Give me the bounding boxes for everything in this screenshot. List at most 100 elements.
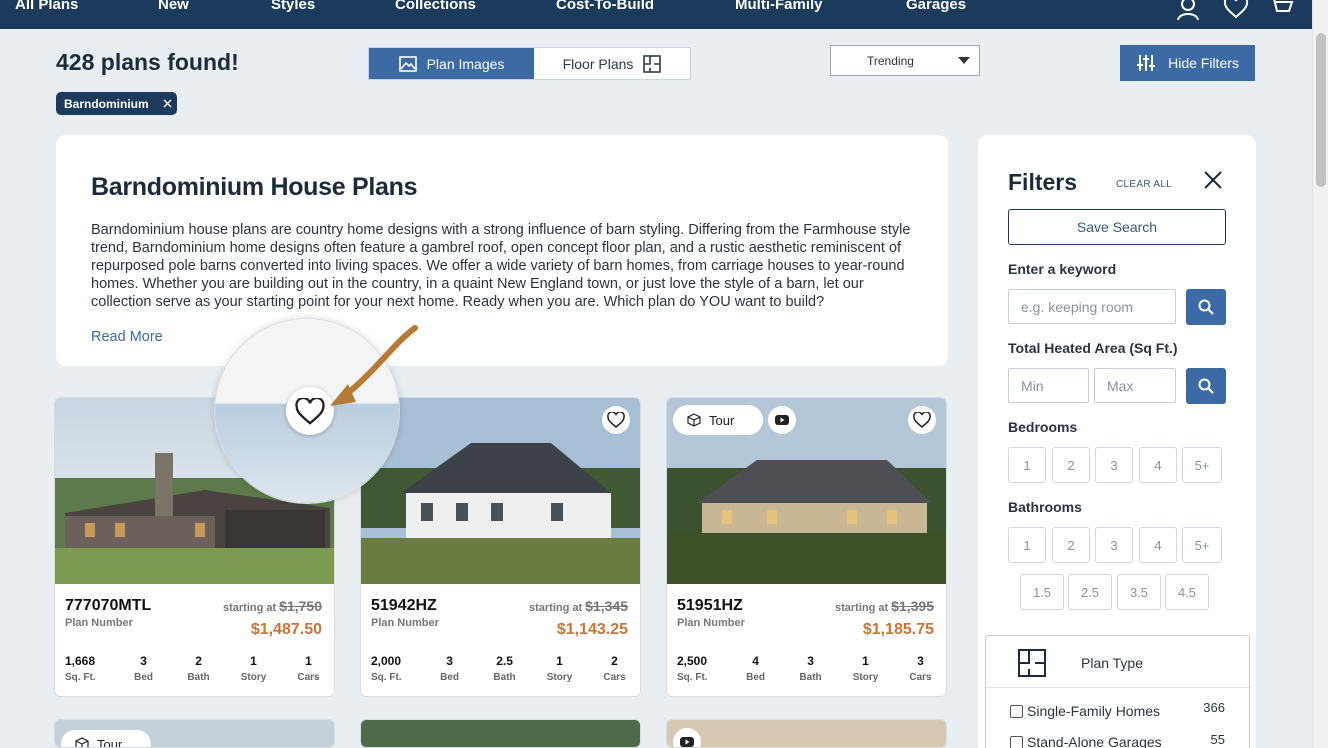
- youtube-icon: [775, 415, 789, 425]
- plan-photo[interactable]: [361, 398, 641, 584]
- floor-plan-icon: [643, 54, 662, 73]
- checkbox[interactable]: [1010, 735, 1023, 748]
- spec-story: 1 Story: [838, 654, 893, 683]
- bedrooms-option[interactable]: 2: [1052, 447, 1090, 483]
- spec-value: 1: [250, 654, 257, 668]
- bathrooms-option[interactable]: 4: [1139, 527, 1177, 563]
- keyword-input[interactable]: e.g. keeping room: [1008, 289, 1176, 324]
- nav-collections[interactable]: Collections: [395, 0, 476, 13]
- plan-specs: 1,668 Sq. Ft. 3 Bed 2 Bath 1 Story 1 Cars: [55, 654, 334, 683]
- save-search-button[interactable]: Save Search: [1008, 209, 1226, 245]
- plan-number-label: Plan Number: [677, 617, 745, 629]
- plan-card[interactable]: Tour 51951HZ Plan Number starting at $1,3…: [666, 397, 947, 697]
- scrollbar-thumb[interactable]: [1316, 33, 1326, 187]
- bathrooms-label: Bathrooms: [1008, 499, 1082, 515]
- nav-all-plans[interactable]: All Plans: [15, 0, 78, 13]
- close-icon[interactable]: [1202, 169, 1224, 191]
- max-area-input[interactable]: Max: [1094, 368, 1176, 403]
- tour-button[interactable]: Tour: [673, 405, 763, 435]
- plan-specs: 2,000 Sq. Ft. 3 Bed 2.5 Bath 1 Story 2 Cars: [361, 654, 640, 683]
- floor-plans-button[interactable]: Floor Plans: [534, 48, 690, 79]
- spec-value: 1: [556, 654, 563, 668]
- half-bath-option[interactable]: 3.5: [1117, 574, 1161, 610]
- cube-icon: [687, 413, 701, 427]
- floor-plans-label: Floor Plans: [562, 55, 634, 72]
- spec-bed: 3 Bed: [116, 654, 171, 683]
- bathrooms-option[interactable]: 2: [1052, 527, 1090, 563]
- read-more-link[interactable]: Read More: [91, 329, 163, 345]
- checkbox[interactable]: [1010, 704, 1023, 718]
- nav-garages[interactable]: Garages: [906, 0, 966, 13]
- cart-icon[interactable]: [1268, 0, 1294, 21]
- plan-card[interactable]: 51942HZ Plan Number starting at $1,345 $1…: [360, 397, 641, 697]
- area-label: Total Heated Area (Sq Ft.): [1008, 340, 1178, 356]
- plan-photo[interactable]: [667, 720, 947, 748]
- bedrooms-option[interactable]: 5+: [1182, 447, 1222, 483]
- spec-value: 2,500: [677, 654, 708, 668]
- spec-bed: 3 Bed: [422, 654, 477, 683]
- bathrooms-option[interactable]: 1: [1008, 527, 1046, 563]
- min-area-input[interactable]: Min: [1008, 368, 1089, 403]
- close-icon[interactable]: [163, 99, 172, 108]
- filters-title: Filters: [1008, 169, 1078, 195]
- results-count: 428 plans found!: [56, 49, 239, 75]
- spec-label: Cars: [603, 672, 626, 683]
- plan-number-label: Plan Number: [371, 617, 439, 629]
- half-bath-option[interactable]: 2.5: [1068, 574, 1112, 610]
- bathrooms-option[interactable]: 3: [1095, 527, 1133, 563]
- plan-type-option[interactable]: Single-Family Homes: [1010, 703, 1160, 719]
- plan-specs: 2,500 Sq. Ft. 4 Bed 3 Bath 1 Story 3 Cars: [667, 654, 946, 683]
- plan-images-button[interactable]: Plan Images: [369, 48, 534, 79]
- account-icon[interactable]: [1175, 0, 1201, 21]
- pointer-arrow-icon: [330, 325, 418, 406]
- bedrooms-option[interactable]: 3: [1095, 447, 1133, 483]
- nav-styles[interactable]: Styles: [271, 0, 315, 13]
- spec-value: 1: [305, 654, 312, 668]
- favorite-button[interactable]: [908, 406, 936, 434]
- active-filter-chip[interactable]: Barndominium: [56, 92, 177, 115]
- sort-selected-value: Trending: [867, 53, 914, 68]
- sale-price: $1,185.75: [862, 621, 934, 638]
- spec-label: Bath: [493, 672, 516, 683]
- sale-price: $1,143.25: [556, 621, 628, 638]
- plan-card[interactable]: Tour: [54, 719, 335, 748]
- page-scrollbar[interactable]: [1312, 0, 1328, 748]
- spec-sqft: 2,500 Sq. Ft.: [667, 654, 728, 683]
- favorites-heart-icon[interactable]: [1223, 0, 1249, 21]
- plan-number: 51942HZ: [371, 597, 437, 614]
- nav-cost-to-build[interactable]: Cost-To-Build: [556, 0, 654, 13]
- tour-button[interactable]: Tour: [61, 730, 151, 747]
- plan-card[interactable]: [666, 719, 947, 748]
- starting-at-label: starting at: [528, 602, 583, 614]
- plan-type-option[interactable]: Stand-Alone Garages: [1010, 734, 1162, 748]
- plan-type-header[interactable]: Plan Type: [986, 636, 1249, 688]
- bedrooms-option[interactable]: 1: [1008, 447, 1046, 483]
- clear-all-link[interactable]: CLEAR ALL: [1116, 179, 1172, 190]
- original-price: $1,395: [891, 598, 934, 614]
- search-icon: [1198, 378, 1214, 394]
- spec-cars: 1 Cars: [281, 654, 334, 683]
- chip-label: Barndominium: [64, 96, 149, 111]
- view-toggle: Plan Images Floor Plans: [368, 47, 691, 80]
- favorite-button[interactable]: [602, 406, 630, 434]
- half-bath-option[interactable]: 1.5: [1020, 574, 1064, 610]
- plan-card[interactable]: [360, 719, 641, 748]
- collection-intro-card: Barndominium House Plans Barndominium ho…: [56, 135, 948, 366]
- sort-dropdown[interactable]: Trending: [830, 45, 980, 76]
- hide-filters-button[interactable]: Hide Filters: [1120, 45, 1255, 81]
- spec-label: Story: [546, 672, 573, 683]
- video-button[interactable]: [768, 406, 796, 434]
- video-button[interactable]: [673, 728, 701, 747]
- half-bath-option[interactable]: 4.5: [1165, 574, 1209, 610]
- plan-type-section: Plan Type Single-Family Homes 366 Stand-…: [985, 635, 1250, 748]
- keyword-search-button[interactable]: [1186, 289, 1226, 325]
- bedrooms-option[interactable]: 4: [1139, 447, 1177, 483]
- spec-label: Sq. Ft.: [65, 672, 96, 683]
- plan-photo[interactable]: [361, 720, 641, 748]
- nav-new[interactable]: New: [158, 0, 189, 13]
- bathrooms-option[interactable]: 5+: [1182, 527, 1222, 563]
- nav-multi-family[interactable]: Multi-Family: [735, 0, 823, 13]
- spec-value: 2,000: [371, 654, 402, 668]
- area-search-button[interactable]: [1186, 368, 1226, 404]
- spec-value: 3: [807, 654, 814, 668]
